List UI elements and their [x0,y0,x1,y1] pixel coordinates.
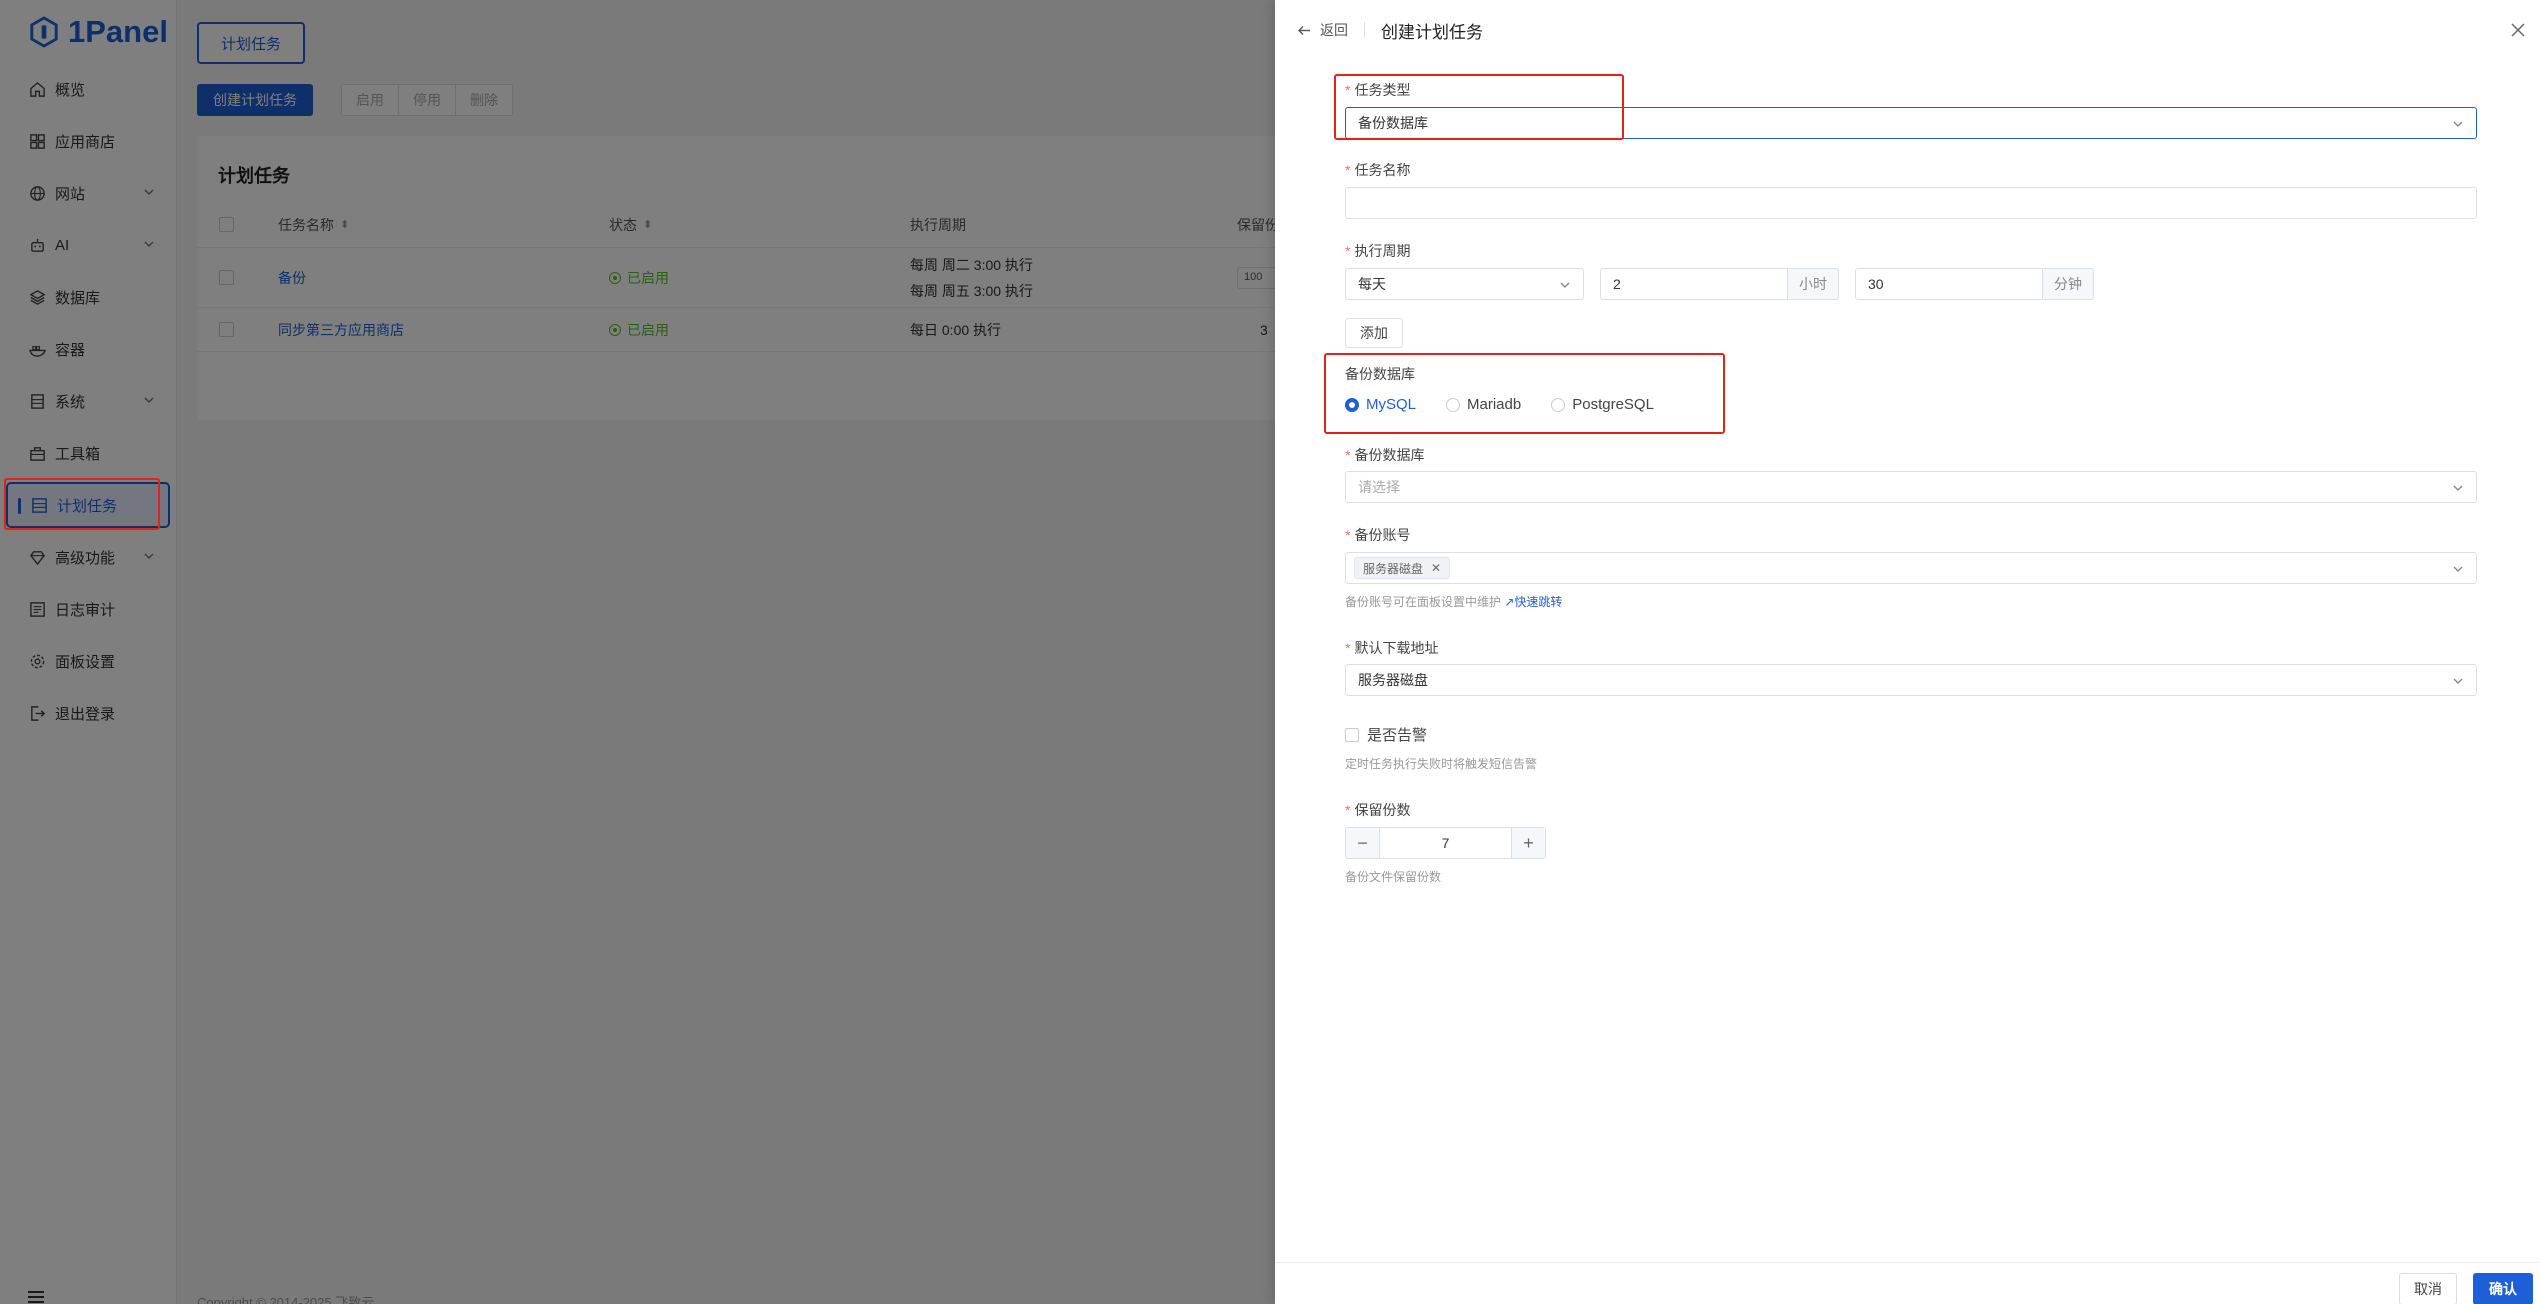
task-name-input[interactable] [1345,187,2477,219]
label-text: 备份账号 [1354,527,1411,543]
drawer-title: 创建计划任务 [1381,22,1483,42]
cancel-button[interactable]: 取消 [2399,1273,2457,1304]
chevron-down-icon [2453,678,2463,684]
add-cycle-button[interactable]: 添加 [1345,318,1403,348]
required-mark: * [1345,243,1351,259]
required-mark: * [1345,162,1351,178]
radio-mysql[interactable]: MySQL [1345,396,1416,413]
alert-hint: 定时任务执行失败时将触发短信告警 [1345,757,1538,771]
required-mark: * [1345,802,1351,818]
drawer-header: 返回 创建计划任务 [1275,0,2540,60]
label-text: 备份数据库 [1354,447,1425,463]
confirm-button[interactable]: 确认 [2473,1273,2533,1304]
hour-suffix: 小时 [1788,268,1839,300]
label-text: 默认下载地址 [1354,640,1439,656]
input-value: 30 [1868,276,1884,292]
select-placeholder: 请选择 [1358,479,1400,495]
cycle-frequency-select[interactable]: 每天 [1345,268,1584,300]
select-value: 每天 [1358,276,1386,292]
header-divider [1364,22,1365,38]
required-mark: * [1345,447,1351,463]
select-value: 备份数据库 [1358,115,1428,131]
chevron-down-icon [1560,282,1570,288]
required-mark: * [1345,527,1351,543]
radio-label: PostgreSQL [1572,396,1654,413]
retain-input[interactable]: 7 [1379,828,1512,858]
db-type-label: 备份数据库 [1345,366,1415,382]
retain-stepper: − 7 + [1345,827,1546,859]
radio-mariadb[interactable]: Mariadb [1446,396,1521,413]
select-value: 服务器磁盘 [1358,672,1428,688]
radio-label: Mariadb [1467,396,1522,413]
jump-icon: ↗ [1504,595,1515,609]
arrow-left-icon [1298,25,1310,35]
account-hint: 备份账号可在面板设置中维护 ↗快速跳转 [1345,593,1562,610]
checkbox-label: 是否告警 [1367,727,1428,744]
radio-indicator [1551,397,1566,412]
plus-icon[interactable]: + [1512,828,1545,858]
backup-account-label: * 备份账号 [1345,525,1410,545]
back-button[interactable]: 返回 [1297,20,1348,40]
account-tag: 服务器磁盘 ✕ [1354,557,1451,579]
radio-indicator [1345,397,1359,412]
minute-suffix: 分钟 [2043,268,2094,300]
create-cronjob-drawer: 返回 创建计划任务 * 任务类型 备份数据库 * 任务名称 * 执行周期 每天 2 小… [1275,0,2540,1304]
quick-jump-link[interactable]: ↗快速跳转 [1504,595,1562,609]
label-text: 执行周期 [1354,243,1411,259]
radio-label: MySQL [1366,396,1417,413]
label-text: 保留份数 [1354,802,1411,818]
minute-input[interactable]: 30 [1855,268,2043,300]
backup-db-select[interactable]: 请选择 [1345,471,2477,503]
minus-icon[interactable]: − [1346,828,1379,858]
task-name-label: * 任务名称 [1345,160,1410,180]
chevron-down-icon [2453,485,2463,491]
hint-text: 备份账号可在面板设置中维护 [1345,595,1502,609]
backup-db-label: * 备份数据库 [1345,445,1424,465]
chevron-down-icon [2453,121,2463,127]
required-mark: * [1345,640,1351,656]
chevron-down-icon [2453,566,2463,572]
input-value: 2 [1613,276,1621,292]
db-type-radio-group: MySQL Mariadb PostgreSQL [1345,396,1684,413]
download-label: * 默认下载地址 [1345,638,1438,658]
label-text: 任务类型 [1354,82,1411,98]
cycle-label: * 执行周期 [1345,241,1410,261]
modal-overlay[interactable] [0,0,1275,1304]
back-label: 返回 [1320,22,1348,38]
download-select[interactable]: 服务器磁盘 [1345,664,2477,696]
link-text: 快速跳转 [1514,595,1563,609]
task-type-label: * 任务类型 [1345,80,1410,100]
close-icon[interactable] [2510,22,2526,38]
radio-postgresql[interactable]: PostgreSQL [1551,396,1654,413]
radio-indicator [1446,397,1461,412]
drawer-footer: 取消 确认 [1275,1262,2540,1304]
task-type-select[interactable]: 备份数据库 [1345,107,2477,139]
checkbox-box [1345,727,1359,742]
required-mark: * [1345,82,1351,98]
retain-hint: 备份文件保留份数 [1345,870,1442,884]
hour-input[interactable]: 2 [1600,268,1788,300]
label-text: 任务名称 [1354,162,1411,178]
tag-close-icon[interactable]: ✕ [1431,561,1441,575]
backup-account-select[interactable]: 服务器磁盘 ✕ [1345,552,2477,584]
tag-text: 服务器磁盘 [1363,561,1424,576]
retain-label: * 保留份数 [1345,800,1410,820]
alert-checkbox[interactable]: 是否告警 [1345,724,1427,745]
